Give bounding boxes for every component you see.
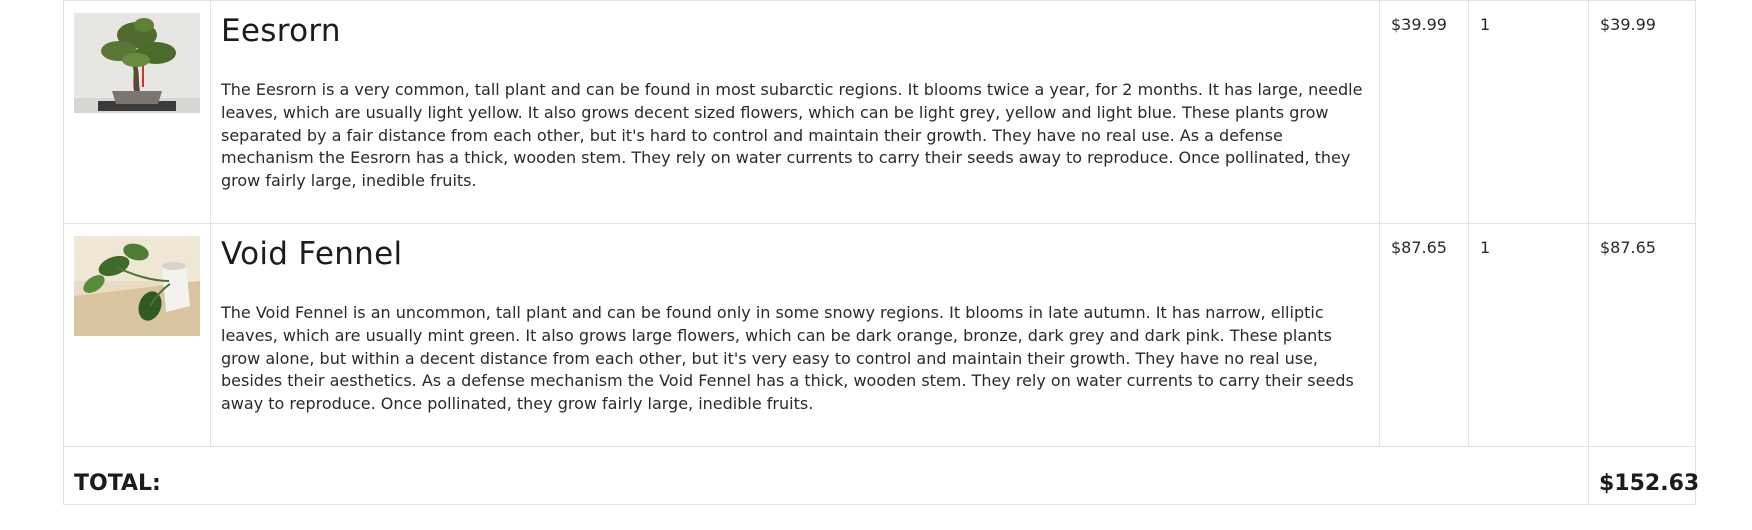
item-name[interactable]: Eesrorn xyxy=(221,13,1369,49)
item-image-cell xyxy=(63,223,211,447)
item-details-cell: Eesrorn The Eesrorn is a very common, ta… xyxy=(210,0,1380,224)
table-row: Eesrorn The Eesrorn is a very common, ta… xyxy=(63,0,1696,224)
item-description: The Void Fennel is an uncommon, tall pla… xyxy=(221,303,1354,414)
bonsai-tree-image[interactable] xyxy=(74,13,200,113)
table-row: Void Fennel The Void Fennel is an uncomm… xyxy=(63,223,1696,447)
potted-pothos-image[interactable] xyxy=(74,236,200,336)
item-total: $39.99 xyxy=(1588,0,1696,224)
item-quantity: 1 xyxy=(1468,223,1589,447)
total-label: TOTAL: xyxy=(63,446,1589,505)
item-image-cell xyxy=(63,0,211,224)
item-total: $87.65 xyxy=(1588,223,1696,447)
cart-table: Eesrorn The Eesrorn is a very common, ta… xyxy=(63,0,1699,505)
item-details-cell: Void Fennel The Void Fennel is an uncomm… xyxy=(210,223,1380,447)
item-price: $87.65 xyxy=(1379,223,1469,447)
total-row: TOTAL: $152.63 xyxy=(63,446,1699,505)
item-price: $39.99 xyxy=(1379,0,1469,224)
total-value: $152.63 xyxy=(1588,446,1699,505)
item-name[interactable]: Void Fennel xyxy=(221,236,1369,272)
item-quantity: 1 xyxy=(1468,0,1589,224)
item-description: The Eesrorn is a very common, tall plant… xyxy=(221,80,1363,191)
